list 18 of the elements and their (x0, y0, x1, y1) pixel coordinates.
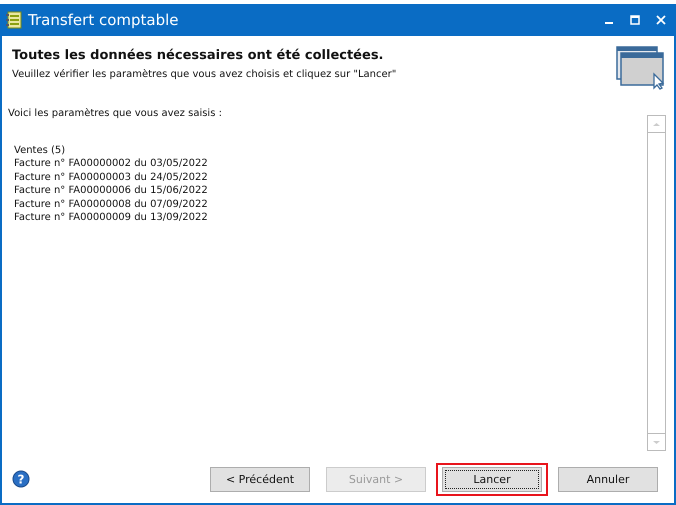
summary-line: Facture n° FA00000002 du 03/05/2022 (14, 157, 209, 171)
header-title: Toutes les données nécessaires ont été collectées. (12, 48, 384, 63)
dialog-button[interactable]: < Précédent (210, 466, 310, 492)
help-icon[interactable]: ? (12, 470, 30, 488)
window-cursor-icon (616, 46, 666, 90)
summary-line: Facture n° FA00000006 du 15/06/2022 (14, 184, 209, 198)
summary-line: Ventes (5) (14, 144, 66, 158)
window-title: Transfert comptable (28, 11, 179, 29)
summary-line: Facture n° FA00000003 du 24/05/2022 (14, 170, 209, 184)
dialog-button[interactable]: Annuler (558, 466, 658, 492)
summary-line: Facture n° FA00000009 du 13/09/2022 (14, 211, 209, 224)
close-icon[interactable] (656, 15, 666, 25)
dialog-button[interactable]: Lancer (442, 466, 542, 492)
header-subtitle: Veuillez vérifier les paramètres que vous avez choisis et cliquez sur "Lancer" (12, 69, 398, 80)
summary-line: Facture n° FA00000008 du 07/09/2022 (14, 198, 209, 212)
maximize-icon[interactable] (630, 15, 640, 25)
intro-text: Voici les paramètres que vous avez saisis : (8, 108, 223, 119)
notebook-icon (6, 11, 22, 29)
